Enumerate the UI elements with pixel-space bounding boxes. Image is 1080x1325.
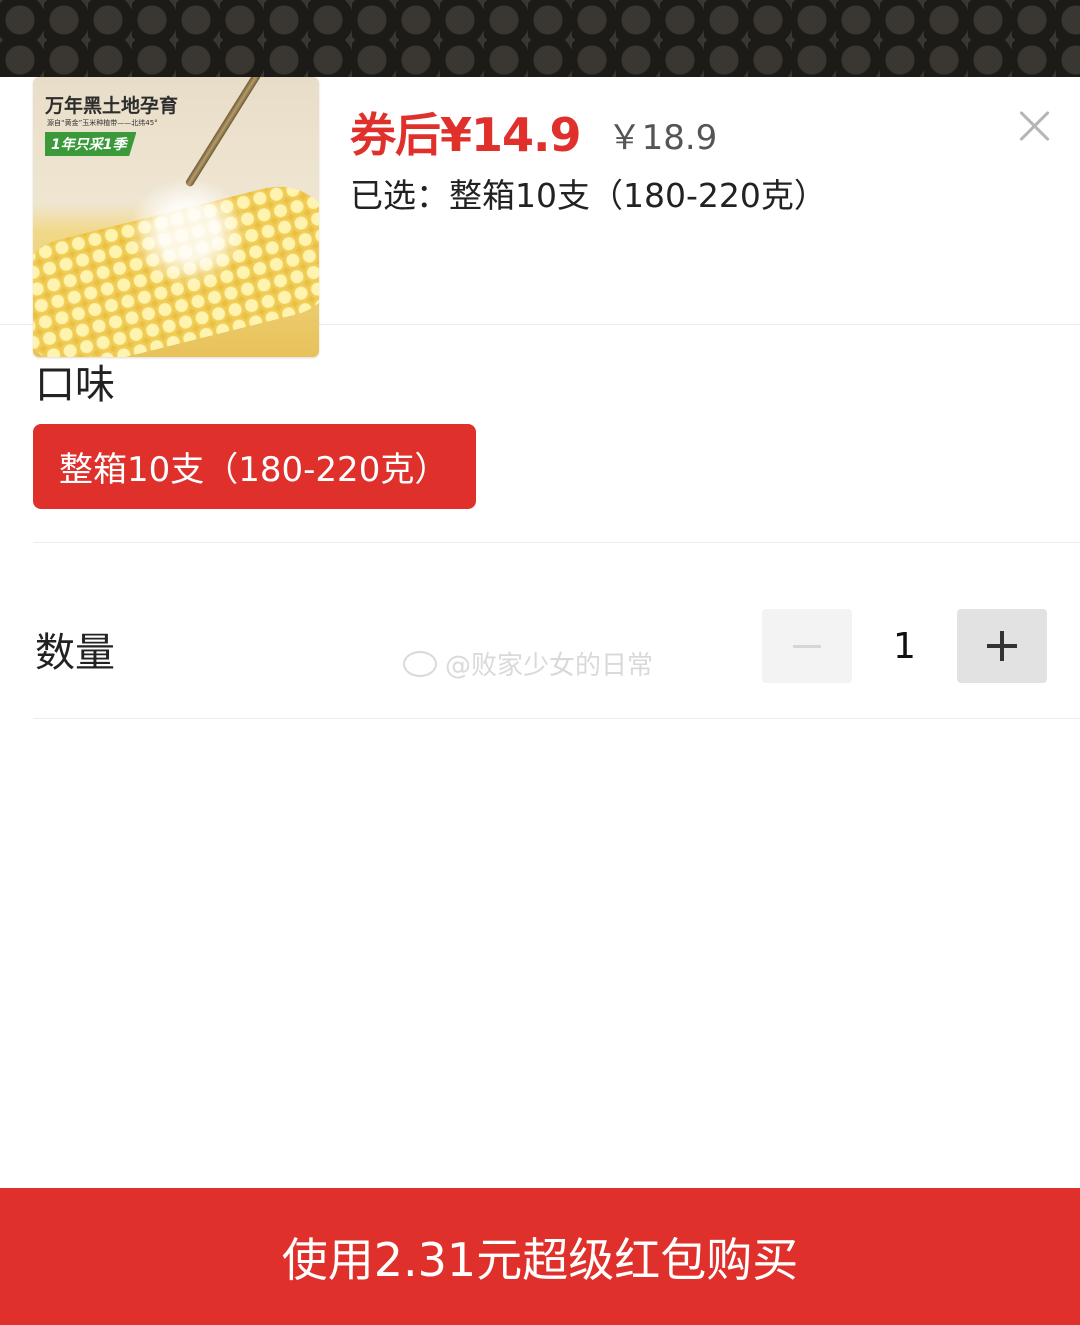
watermark: @败家少女的日常 [403, 645, 653, 682]
original-price: ￥18.9 [607, 118, 718, 158]
thumbnail-tagline: 源自“黄金”玉米种植带——北纬45° [47, 119, 158, 127]
thumbnail-badge: 1年只采1季 [45, 132, 137, 156]
coupon-price: 券后¥14.9 [350, 108, 582, 162]
weibo-icon [403, 650, 437, 677]
flavor-option-label: 整箱10支（180-220克） [59, 450, 449, 490]
quantity-value: 1 [893, 625, 916, 667]
quantity-title: 数量 [35, 630, 115, 676]
cheese-topping [128, 177, 248, 287]
page-backdrop [0, 0, 1080, 77]
close-icon[interactable] [1014, 105, 1054, 145]
thumbnail-headline: 万年黑土地孕育 [45, 95, 179, 117]
sku-selector-sheet: 万年黑土地孕育 源自“黄金”玉米种植带——北纬45° 1年只采1季 券后¥14.… [0, 77, 1080, 1325]
flavor-title: 口味 [35, 362, 115, 408]
selected-sku-label: 已选：整箱10支（180-220克） [350, 176, 827, 215]
quantity-decrement-button[interactable] [762, 609, 852, 683]
fork-image [184, 77, 266, 188]
buy-button-label: 使用2.31元超级红包购买 [281, 1232, 799, 1287]
plus-icon [987, 631, 1017, 661]
buy-button[interactable]: 使用2.31元超级红包购买 [0, 1188, 1080, 1325]
quantity-increment-button[interactable] [957, 609, 1047, 683]
flavor-option-selected[interactable]: 整箱10支（180-220克） [33, 424, 476, 509]
product-thumbnail: 万年黑土地孕育 源自“黄金”玉米种植带——北纬45° 1年只采1季 [33, 77, 319, 357]
price-row: 券后¥14.9 ￥18.9 [350, 99, 718, 162]
minus-icon [793, 644, 821, 648]
divider [33, 718, 1080, 719]
watermark-text: @败家少女的日常 [445, 651, 654, 681]
divider [33, 542, 1080, 543]
